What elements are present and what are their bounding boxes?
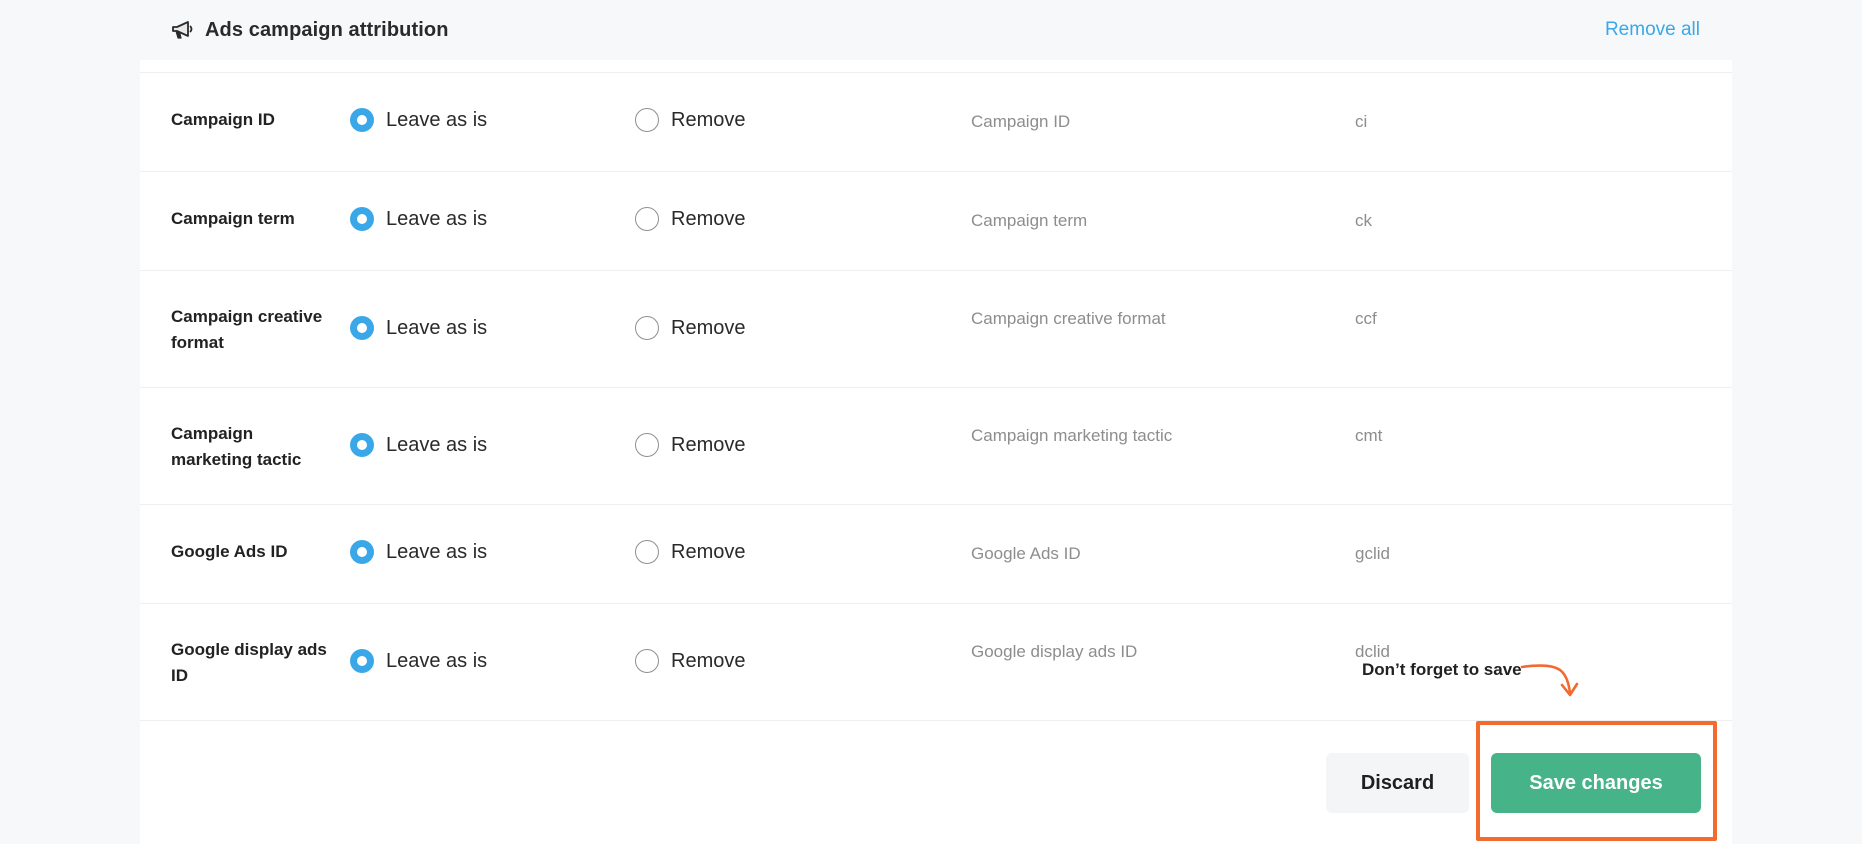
radio-label: Remove — [671, 108, 746, 131]
page: Ads campaign attribution Remove all Camp… — [0, 0, 1862, 844]
radio-label: Remove — [671, 433, 746, 456]
param-key: ccf — [1355, 309, 1377, 328]
row-label: Campaign creative format — [171, 307, 323, 352]
table-row: Campaign term Leave as is Remove Campaig… — [140, 171, 1732, 270]
radio-checked-icon — [350, 207, 374, 231]
param-name: Campaign creative format — [971, 309, 1166, 328]
table-row: Campaign creative format Leave as is Rem… — [140, 270, 1732, 387]
param-key: ci — [1355, 112, 1368, 131]
radio-label: Leave as is — [386, 207, 488, 230]
table-row: Campaign ID Leave as is Remove Campaign … — [140, 72, 1732, 171]
section-header-left: Ads campaign attribution — [171, 19, 449, 42]
param-key: cmt — [1355, 426, 1383, 445]
radio-unchecked-icon — [635, 316, 659, 340]
save-reminder-hint: Don’t forget to save — [1362, 660, 1522, 679]
radio-unchecked-icon — [635, 433, 659, 457]
row-label: Campaign ID — [171, 110, 275, 129]
curved-arrow-icon — [1520, 664, 1579, 697]
remove-radio[interactable]: Remove — [635, 433, 745, 457]
radio-label: Leave as is — [386, 108, 488, 131]
param-key: ck — [1355, 211, 1372, 230]
param-name: Google display ads ID — [971, 642, 1138, 661]
radio-checked-icon — [350, 316, 374, 340]
radio-unchecked-icon — [635, 540, 659, 564]
param-name: Campaign ID — [971, 112, 1071, 131]
table-row: Google Ads ID Leave as is Remove Google … — [140, 504, 1732, 603]
radio-label: Leave as is — [386, 540, 488, 563]
section-title: Ads campaign attribution — [205, 18, 449, 41]
save-changes-button[interactable]: Save changes — [1491, 753, 1701, 813]
radio-label: Remove — [671, 540, 746, 563]
row-label: Google display ads ID — [171, 640, 327, 685]
row-label: Google Ads ID — [171, 542, 288, 561]
radio-checked-icon — [350, 649, 374, 673]
param-name: Campaign term — [971, 211, 1088, 230]
leave-as-is-radio[interactable]: Leave as is — [350, 207, 487, 231]
radio-label: Leave as is — [386, 649, 488, 672]
remove-radio[interactable]: Remove — [635, 316, 745, 340]
row-label: Campaign term — [171, 209, 295, 228]
leave-as-is-radio[interactable]: Leave as is — [350, 316, 487, 340]
leave-as-is-radio[interactable]: Leave as is — [350, 108, 487, 132]
radio-checked-icon — [350, 540, 374, 564]
leave-as-is-radio[interactable]: Leave as is — [350, 540, 487, 564]
discard-button[interactable]: Discard — [1326, 753, 1469, 813]
remove-radio[interactable]: Remove — [635, 108, 745, 132]
remove-radio[interactable]: Remove — [635, 207, 745, 231]
remove-radio[interactable]: Remove — [635, 649, 745, 673]
megaphone-icon — [172, 21, 193, 39]
remove-radio[interactable]: Remove — [635, 540, 745, 564]
radio-unchecked-icon — [635, 649, 659, 673]
remove-all-link[interactable]: Remove all — [1605, 19, 1700, 41]
leave-as-is-radio[interactable]: Leave as is — [350, 649, 487, 673]
attribution-card: Campaign ID Leave as is Remove Campaign … — [140, 60, 1732, 844]
radio-label: Leave as is — [386, 433, 488, 456]
radio-unchecked-icon — [635, 207, 659, 231]
param-key: gclid — [1355, 544, 1390, 563]
table-row: Campaign marketing tactic Leave as is Re… — [140, 387, 1732, 504]
param-name: Campaign marketing tactic — [971, 426, 1173, 445]
radio-label: Remove — [671, 316, 746, 339]
radio-checked-icon — [350, 433, 374, 457]
leave-as-is-radio[interactable]: Leave as is — [350, 433, 487, 457]
section-header: Ads campaign attribution Remove all — [140, 0, 1732, 60]
radio-label: Remove — [671, 649, 746, 672]
param-key: dclid — [1355, 642, 1390, 661]
row-label: Campaign marketing tactic — [171, 424, 302, 469]
radio-label: Remove — [671, 207, 746, 230]
radio-checked-icon — [350, 108, 374, 132]
param-name: Google Ads ID — [971, 544, 1081, 563]
radio-label: Leave as is — [386, 316, 488, 339]
radio-unchecked-icon — [635, 108, 659, 132]
card-footer: Discard Save changes — [140, 720, 1732, 844]
